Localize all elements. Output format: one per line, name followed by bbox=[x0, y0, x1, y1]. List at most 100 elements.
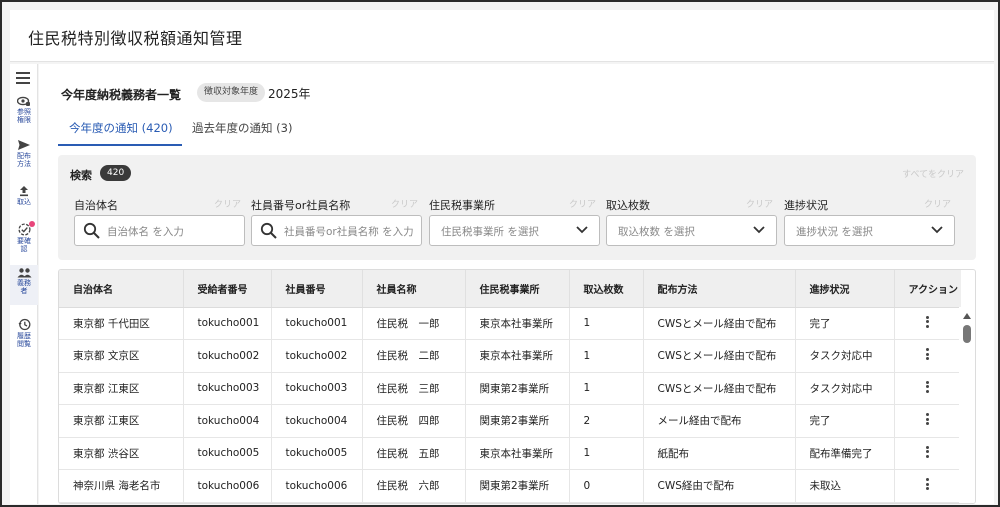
table-header-row: 自治体名 受給者番号 社員番号 社員名称 住民税事業所 取込枚数 配布方法 進捗… bbox=[59, 270, 961, 308]
vertical-scrollbar[interactable] bbox=[959, 307, 975, 503]
action-cell bbox=[894, 307, 961, 340]
tab-past-years[interactable]: 過去年度の通知 (3) bbox=[192, 116, 292, 146]
table-cell: 完了 bbox=[795, 307, 895, 340]
table-cell: tokucho001 bbox=[271, 307, 363, 340]
table-cell: 東京都 江東区 bbox=[59, 372, 184, 405]
table-row[interactable]: 東京都 江東区 tokucho003 tokucho003 住民税 三郎 関東第… bbox=[59, 372, 961, 405]
column-header[interactable]: 配布方法 bbox=[643, 270, 796, 308]
table-cell: 住民税 五郎 bbox=[362, 437, 466, 470]
eye-key-icon bbox=[17, 96, 30, 106]
kebab-menu-icon[interactable] bbox=[926, 412, 930, 427]
sidebar-item-distribution[interactable]: 配布 方法 bbox=[10, 139, 38, 168]
column-header: アクション bbox=[894, 270, 961, 308]
year-value: 2025年 bbox=[268, 87, 311, 101]
table-cell: tokucho005 bbox=[271, 437, 363, 470]
kebab-menu-icon[interactable] bbox=[926, 477, 930, 492]
kebab-menu-icon[interactable] bbox=[926, 347, 930, 362]
action-cell bbox=[894, 469, 961, 503]
main-content: 今年度納税義務者一覧 徴収対象年度 2025年 今年度の通知 (420) 過去年… bbox=[39, 64, 994, 504]
kebab-menu-icon[interactable] bbox=[926, 314, 930, 329]
tax-office-select[interactable]: 住民税事業所 を選択 bbox=[429, 215, 600, 246]
column-header[interactable]: 進捗状況 bbox=[795, 270, 895, 308]
field-import-count: 取込枚数 クリア 取込枚数 を選択 bbox=[606, 197, 777, 246]
scroll-up-arrow-icon[interactable] bbox=[963, 313, 971, 319]
table-cell: 関東第2事業所 bbox=[465, 404, 570, 438]
send-icon bbox=[18, 140, 30, 150]
table-row[interactable]: 東京都 渋谷区 tokucho005 tokucho005 住民税 五郎 東京本… bbox=[59, 437, 961, 470]
notification-dot bbox=[29, 221, 35, 227]
field-tax-office: 住民税事業所 クリア 住民税事業所 を選択 bbox=[429, 197, 600, 246]
table-cell: CWSとメール経由で配布 bbox=[643, 307, 796, 340]
chevron-down-icon bbox=[753, 226, 765, 234]
column-header[interactable]: 受給者番号 bbox=[183, 270, 272, 308]
sidebar-item-label: 取込 bbox=[17, 198, 31, 206]
table-row[interactable]: 東京都 文京区 tokucho002 tokucho002 住民税 二郎 東京本… bbox=[59, 339, 961, 373]
clear-all-button[interactable]: すべてをクリア bbox=[902, 167, 964, 180]
table-cell: 1 bbox=[569, 339, 644, 373]
table-row[interactable]: 神奈川県 海老名市 tokucho006 tokucho006 住民税 六郎 関… bbox=[59, 469, 961, 503]
table-cell: tokucho004 bbox=[183, 404, 272, 438]
tab-current-year[interactable]: 今年度の通知 (420) bbox=[58, 116, 182, 146]
progress-select[interactable]: 進捗状況 を選択 bbox=[784, 215, 955, 246]
employee-input[interactable]: 社員番号or社員名称 を入力 bbox=[251, 215, 422, 246]
table-cell: 0 bbox=[569, 469, 644, 503]
municipality-input[interactable]: 自治体名 を入力 bbox=[74, 215, 245, 246]
input-placeholder: 自治体名 を入力 bbox=[107, 226, 184, 238]
table-row[interactable]: 東京都 江東区 tokucho004 tokucho004 住民税 四郎 関東第… bbox=[59, 404, 961, 438]
upload-icon bbox=[20, 186, 28, 197]
search-panel: 検索 420 すべてをクリア 自治体名 クリア 自治体名 を入力 社員番号or社… bbox=[58, 155, 976, 260]
clear-button[interactable]: クリア bbox=[391, 197, 418, 210]
table-cell: 東京本社事業所 bbox=[465, 339, 570, 373]
search-icon bbox=[260, 222, 277, 239]
table-cell: 住民税 三郎 bbox=[362, 372, 466, 405]
table-cell: 神奈川県 海老名市 bbox=[59, 469, 184, 503]
app-window: 住民税特別徴収税額通知管理 参照 権限 配布 方法 取込 要確 認 義務 者 履… bbox=[0, 0, 1000, 507]
select-placeholder: 取込枚数 を選択 bbox=[618, 226, 695, 238]
sidebar-item-import[interactable]: 取込 bbox=[10, 185, 38, 206]
sidebar-item-access[interactable]: 参照 権限 bbox=[10, 96, 38, 124]
people-icon bbox=[17, 268, 31, 278]
taxpayer-table: 自治体名 受給者番号 社員番号 社員名称 住民税事業所 取込枚数 配布方法 進捗… bbox=[58, 269, 976, 504]
table-cell: tokucho005 bbox=[183, 437, 272, 470]
table-cell: CWSとメール経由で配布 bbox=[643, 339, 796, 373]
table-cell: CWSとメール経由で配布 bbox=[643, 372, 796, 405]
search-count-badge: 420 bbox=[100, 165, 132, 181]
sidebar-item-taxpayers[interactable]: 義務 者 bbox=[10, 265, 38, 305]
table-cell: 住民税 四郎 bbox=[362, 404, 466, 438]
table-cell: 東京本社事業所 bbox=[465, 437, 570, 470]
app-header: 住民税特別徴収税額通知管理 bbox=[10, 10, 994, 62]
sidebar-item-label: 要確 認 bbox=[17, 237, 31, 253]
column-header[interactable]: 社員名称 bbox=[362, 270, 466, 308]
import-count-select[interactable]: 取込枚数 を選択 bbox=[606, 215, 777, 246]
table-cell: tokucho006 bbox=[183, 469, 272, 503]
action-cell bbox=[894, 404, 961, 438]
table-cell: 未取込 bbox=[795, 469, 895, 503]
kebab-menu-icon[interactable] bbox=[926, 379, 930, 394]
sidebar-item-history[interactable]: 履歴 閲覧 bbox=[10, 318, 38, 348]
table-cell: 1 bbox=[569, 372, 644, 405]
column-header[interactable]: 住民税事業所 bbox=[465, 270, 570, 308]
table-cell: 東京都 千代田区 bbox=[59, 307, 184, 340]
clear-button[interactable]: クリア bbox=[924, 197, 951, 210]
column-header[interactable]: 社員番号 bbox=[271, 270, 363, 308]
clear-button[interactable]: クリア bbox=[569, 197, 596, 210]
app-title: 住民税特別徴収税額通知管理 bbox=[28, 29, 243, 48]
field-employee: 社員番号or社員名称 クリア 社員番号or社員名称 を入力 bbox=[251, 197, 422, 246]
hamburger-menu-icon[interactable] bbox=[16, 72, 30, 84]
table-cell: 東京都 江東区 bbox=[59, 404, 184, 438]
kebab-menu-icon[interactable] bbox=[926, 444, 930, 459]
select-placeholder: 進捗状況 を選択 bbox=[796, 226, 873, 238]
column-header[interactable]: 自治体名 bbox=[59, 270, 184, 308]
table-row[interactable]: 東京都 千代田区 tokucho001 tokucho001 住民税 一郎 東京… bbox=[59, 307, 961, 340]
year-chip: 徴収対象年度 bbox=[197, 83, 266, 102]
clear-button[interactable]: クリア bbox=[746, 197, 773, 210]
chevron-down-icon bbox=[576, 226, 588, 234]
table-cell: 住民税 六郎 bbox=[362, 469, 466, 503]
table-cell: 紙配布 bbox=[643, 437, 796, 470]
sidebar-item-review[interactable]: 要確 認 bbox=[10, 221, 38, 253]
chevron-down-icon bbox=[931, 226, 943, 234]
search-label: 検索 bbox=[70, 169, 92, 182]
clear-button[interactable]: クリア bbox=[214, 197, 241, 210]
scroll-thumb[interactable] bbox=[963, 325, 971, 343]
column-header[interactable]: 取込枚数 bbox=[569, 270, 644, 308]
